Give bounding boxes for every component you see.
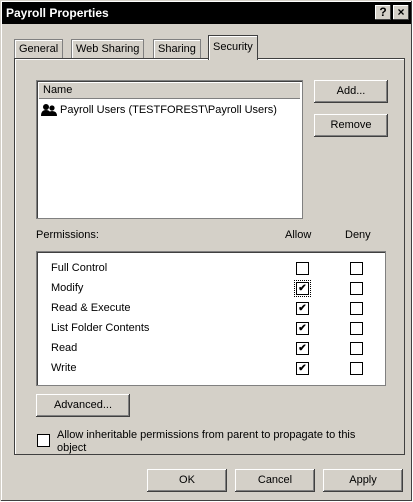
close-button[interactable]: × bbox=[393, 5, 409, 20]
inherit-permissions-label[interactable]: Allow inheritable permissions from paren… bbox=[57, 429, 387, 455]
permissions-list: Full Control Modify Read & Execute List … bbox=[36, 251, 386, 386]
allow-checkbox-list-folder-contents[interactable] bbox=[296, 322, 309, 335]
ok-button[interactable]: OK bbox=[147, 469, 227, 492]
cancel-button[interactable]: Cancel bbox=[235, 469, 315, 492]
tab-security[interactable]: Security bbox=[208, 35, 258, 60]
list-item-label: Payroll Users (TESTFOREST\Payroll Users) bbox=[60, 104, 277, 116]
name-column-header[interactable]: Name bbox=[39, 83, 300, 99]
allow-checkbox-modify[interactable] bbox=[294, 280, 311, 297]
add-button[interactable]: Add... bbox=[314, 80, 388, 103]
title-bar[interactable]: Payroll Properties ? × bbox=[2, 2, 411, 24]
deny-checkbox-read[interactable] bbox=[350, 342, 363, 355]
tab-general[interactable]: General bbox=[14, 39, 64, 59]
deny-checkbox-list-folder-contents[interactable] bbox=[350, 322, 363, 335]
tab-web-sharing[interactable]: Web Sharing bbox=[71, 39, 145, 59]
users-group-icon bbox=[41, 104, 57, 117]
permission-label-list-folder-contents: List Folder Contents bbox=[51, 322, 150, 334]
allow-column-header: Allow bbox=[285, 229, 312, 241]
permission-label-modify: Modify bbox=[51, 282, 84, 294]
advanced-button[interactable]: Advanced... bbox=[36, 394, 130, 417]
permission-label-read: Read bbox=[51, 342, 78, 354]
tab-sharing[interactable]: Sharing bbox=[153, 39, 201, 59]
allow-checkbox-read-execute[interactable] bbox=[296, 302, 309, 315]
properties-dialog: Payroll Properties ? × General Web Shari… bbox=[0, 0, 412, 501]
remove-button[interactable]: Remove bbox=[314, 114, 388, 137]
allow-checkbox-full-control[interactable] bbox=[296, 262, 309, 275]
deny-checkbox-read-execute[interactable] bbox=[350, 302, 363, 315]
window-title: Payroll Properties bbox=[6, 6, 109, 20]
help-button[interactable]: ? bbox=[375, 5, 391, 20]
permission-label-read-execute: Read & Execute bbox=[51, 302, 131, 314]
permissions-label: Permissions: bbox=[36, 229, 99, 241]
permission-label-write: Write bbox=[51, 362, 77, 374]
deny-checkbox-modify[interactable] bbox=[350, 282, 363, 295]
permission-label-full-control: Full Control bbox=[51, 262, 108, 274]
allow-checkbox-write[interactable] bbox=[296, 362, 309, 375]
allow-checkbox-read[interactable] bbox=[296, 342, 309, 355]
group-user-list[interactable]: Name Payroll Users (TESTFOREST\Payroll U… bbox=[36, 80, 303, 219]
list-item[interactable]: Payroll Users (TESTFOREST\Payroll Users) bbox=[41, 101, 277, 119]
inherit-permissions-checkbox[interactable] bbox=[37, 434, 50, 447]
deny-checkbox-write[interactable] bbox=[350, 362, 363, 375]
deny-column-header: Deny bbox=[345, 229, 371, 241]
deny-checkbox-full-control[interactable] bbox=[350, 262, 363, 275]
apply-button[interactable]: Apply bbox=[323, 469, 403, 492]
